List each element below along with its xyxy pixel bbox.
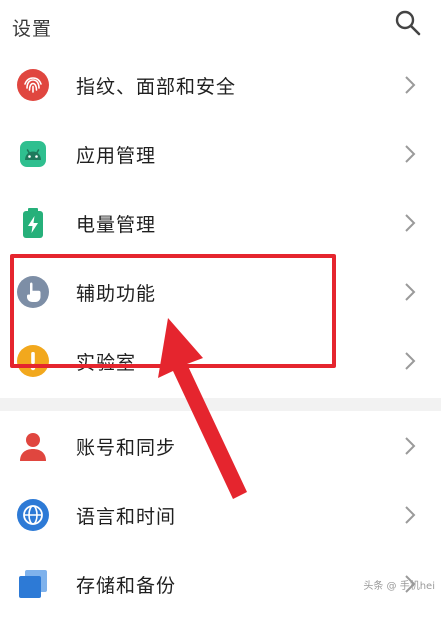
chevron-right-icon (405, 145, 416, 163)
settings-item-label: 应用管理 (76, 145, 157, 167)
search-icon (395, 10, 421, 36)
storage-icon (19, 570, 47, 598)
hand-touch-icon (17, 276, 49, 308)
android-icon (20, 141, 46, 167)
chevron-right-icon (405, 76, 416, 94)
settings-item-app-management[interactable]: 应用管理 (0, 119, 441, 188)
lab-icon (17, 345, 49, 377)
chevron-right-icon (405, 506, 416, 524)
page-title: 设置 (12, 18, 53, 40)
section-divider (0, 398, 441, 411)
chevron-right-icon (405, 283, 416, 301)
settings-item-lab[interactable]: 实验室 (0, 326, 441, 395)
settings-item-label: 存储和备份 (76, 575, 177, 597)
chevron-right-icon (405, 437, 416, 455)
settings-item-account-sync[interactable]: 账号和同步 (0, 411, 441, 480)
settings-item-accessibility[interactable]: 辅助功能 (0, 257, 441, 326)
settings-item-battery-management[interactable]: 电量管理 (0, 188, 441, 257)
settings-item-fingerprint-face-security[interactable]: 指纹、面部和安全 (0, 50, 441, 119)
header-bar: 设置 (0, 0, 441, 52)
chevron-right-icon (405, 352, 416, 370)
settings-item-label: 语言和时间 (76, 506, 177, 528)
settings-item-label: 辅助功能 (76, 283, 157, 305)
person-icon (20, 433, 46, 461)
settings-item-label: 指纹、面部和安全 (76, 76, 237, 98)
settings-item-label: 实验室 (76, 352, 137, 374)
search-button[interactable] (393, 8, 423, 38)
battery-icon (23, 208, 43, 238)
globe-icon (17, 499, 49, 531)
settings-item-label: 账号和同步 (76, 437, 177, 459)
settings-group-primary: 指纹、面部和安全 应用管理 电量管理 辅助功能 实验室 (0, 50, 441, 395)
settings-item-language-time[interactable]: 语言和时间 (0, 480, 441, 549)
fingerprint-icon (17, 69, 49, 101)
settings-item-label: 电量管理 (76, 214, 157, 236)
chevron-right-icon (405, 214, 416, 232)
watermark: 头条 @ 手机hei (363, 581, 435, 592)
